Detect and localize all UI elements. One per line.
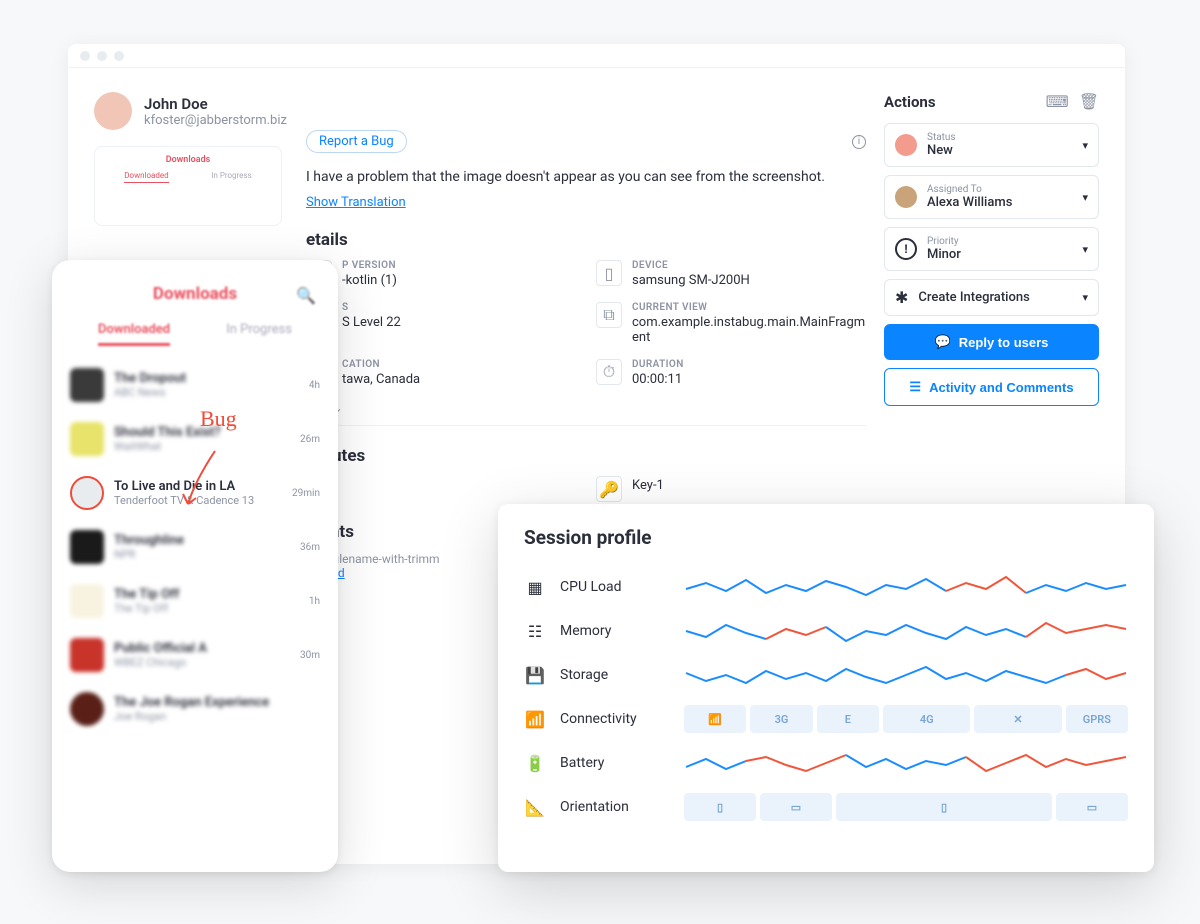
list-item: The DropoutABC News4h: [70, 368, 320, 402]
session-row-memory: ☷ Memory: [524, 609, 1128, 653]
list-item: ThroughlineNPR36m: [70, 530, 320, 564]
screenshot-overlay: Downloads 🔍 Downloaded In Progress The D…: [52, 260, 338, 872]
storage-chart: [684, 659, 1128, 691]
integrations-icon: ✱: [895, 288, 908, 307]
priority-selector[interactable]: ! PriorityMinor ▾: [884, 227, 1099, 271]
bug-annotation-arrow: [180, 446, 230, 516]
battery-icon: 🔋: [524, 754, 546, 773]
preview-tab-downloaded: Downloaded: [124, 171, 168, 183]
connectivity-chip: ✕: [974, 705, 1061, 733]
reporter-block: John Doe kfoster@jabberstorm.biz: [94, 92, 866, 130]
detail-current-view: ⧉ CURRENT VIEWcom.example.instabug.main.…: [596, 302, 866, 345]
traffic-dot: [114, 51, 124, 61]
wifi-icon: 📶: [708, 713, 722, 726]
orientation-icon: 📐: [524, 798, 546, 817]
list-icon: ☰: [909, 379, 921, 395]
bug-annotation-text: Bug: [200, 406, 237, 432]
phone-title: Downloads: [70, 284, 320, 304]
list-item: The Joe Rogan ExperienceJoe Rogan: [70, 692, 320, 726]
preview-tab-inprogress: In Progress: [211, 171, 251, 183]
key-icon: 🔑: [596, 476, 622, 502]
attr-key-left: y-1: [306, 476, 576, 502]
session-row-battery: 🔋 Battery: [524, 741, 1128, 785]
chevron-down-icon: ▾: [1082, 191, 1088, 204]
detail-duration: ⏱ DURATION00:00:11: [596, 359, 866, 387]
status-dot-icon: [895, 134, 917, 156]
detail-os: ⚙ SS Level 22: [306, 302, 576, 345]
traffic-dot: [97, 51, 107, 61]
screenshot-thumbnail[interactable]: Downloads Downloaded In Progress: [94, 146, 282, 226]
chevron-down-icon: ▾: [1082, 139, 1088, 152]
list-item: Public Official AWBEZ Chicago30m: [70, 638, 320, 672]
reporter-email: kfoster@jabberstorm.biz: [144, 113, 287, 128]
preview-title: Downloads: [103, 155, 273, 165]
trash-icon[interactable]: 🗑: [1079, 92, 1099, 111]
cpu-icon: ▦: [524, 578, 546, 597]
battery-chart: [684, 747, 1128, 779]
show-translation-link[interactable]: Show Translation: [306, 195, 406, 210]
integrations-selector[interactable]: ✱ Create Integrations ▾: [884, 279, 1099, 316]
actions-title: Actions: [884, 93, 936, 111]
reply-button[interactable]: 💬 Reply to users: [884, 324, 1099, 360]
session-profile-title: Session profile: [524, 526, 1128, 549]
connectivity-chip: 3G: [750, 705, 812, 733]
detail-app-version: ◧ P VERSION-kotlin (1): [306, 260, 576, 288]
chevron-down-icon: ▾: [1082, 243, 1088, 256]
attributes-title: tributes: [306, 446, 866, 466]
session-profile-card: Session profile ▦ CPU Load ☷ Memory 💾 St…: [498, 504, 1154, 872]
storage-icon: 💾: [524, 666, 546, 685]
memory-icon: ☷: [524, 622, 546, 641]
orientation-chip: ▭: [760, 793, 832, 821]
keyboard-icon[interactable]: ⌨: [1046, 92, 1069, 111]
session-row-cpu: ▦ CPU Load: [524, 565, 1128, 609]
connectivity-chip: E: [817, 705, 879, 733]
assignee-selector[interactable]: Assigned ToAlexa Williams ▾: [884, 175, 1099, 219]
report-type-badge: Report a Bug: [306, 130, 407, 153]
assignee-avatar: [895, 186, 917, 208]
status-selector[interactable]: StatusNew ▾: [884, 123, 1099, 167]
priority-icon: !: [895, 238, 917, 260]
session-row-connectivity: 📶 Connectivity 📶 3G E 4G ✕ GPRS: [524, 697, 1128, 741]
phone-icon: ▯: [596, 260, 622, 286]
reporter-avatar: [94, 92, 132, 130]
traffic-dot: [80, 51, 90, 61]
list-item: The Tip OffThe Tip Off1h: [70, 584, 320, 618]
window-chrome: [68, 44, 1125, 68]
phone-tab-inprogress: In Progress: [226, 322, 292, 346]
session-row-orientation: 📐 Orientation ▯ ▭ ▯ ▭: [524, 785, 1128, 829]
connectivity-chip: 4G: [883, 705, 970, 733]
chat-icon: 💬: [935, 334, 951, 350]
connectivity-icon: 📶: [524, 710, 546, 729]
connectivity-chip: 📶: [684, 705, 746, 733]
activity-button[interactable]: ☰ Activity and Comments: [884, 368, 1099, 406]
orientation-chip: ▭: [1056, 793, 1128, 821]
device-details-title: etails: [306, 230, 866, 250]
connectivity-chip: GPRS: [1066, 705, 1128, 733]
more-details-toggle[interactable]: ails ⌄: [306, 401, 866, 426]
cpu-chart: [684, 571, 1128, 603]
search-icon: 🔍: [296, 286, 316, 305]
view-icon: ⧉: [596, 302, 622, 328]
reporter-name: John Doe: [144, 95, 287, 113]
phone-tab-downloaded: Downloaded: [98, 322, 170, 346]
orientation-chip: ▯: [684, 793, 756, 821]
info-icon[interactable]: i: [852, 135, 866, 149]
session-row-storage: 💾 Storage: [524, 653, 1128, 697]
detail-location: ⌖ CATIONtawa, Canada: [306, 359, 576, 387]
memory-chart: [684, 615, 1128, 647]
bug-highlight-circle: [70, 476, 104, 510]
detail-device: ▯ DEVICEsamsung SM-J200H: [596, 260, 866, 288]
attr-key-right: 🔑 Key-1: [596, 476, 866, 502]
orientation-chip: ▯: [836, 793, 1052, 821]
bug-description: I have a problem that the image doesn't …: [306, 169, 866, 185]
chevron-down-icon: ▾: [1082, 291, 1088, 304]
clock-icon: ⏱: [596, 359, 622, 385]
